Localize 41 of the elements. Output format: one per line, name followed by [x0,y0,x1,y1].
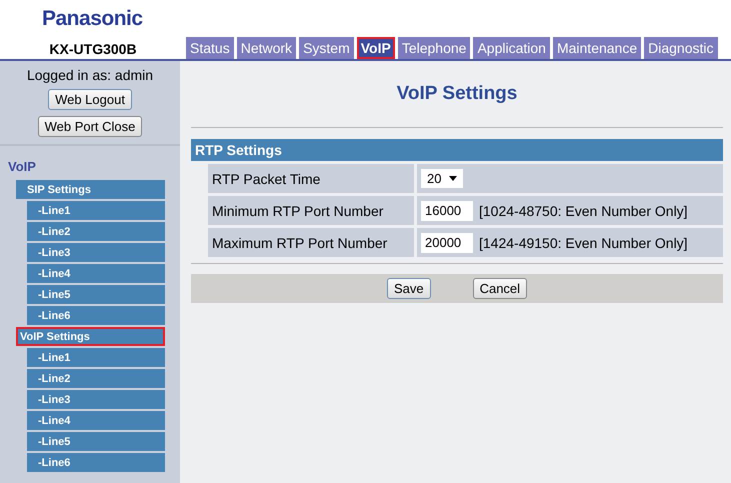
submenu-item[interactable]: -Line5 [27,285,165,304]
menu-item[interactable]: VoIP Settings [16,327,165,346]
field-label: Maximum RTP Port Number [208,228,414,257]
range-hint: [1424-49150: Even Number Only] [479,234,688,250]
field-label: Minimum RTP Port Number [208,196,414,225]
cancel-button[interactable]: Cancel [472,278,528,299]
sidebar-button[interactable]: Web Port Close [38,116,142,137]
page-title: VoIP Settings [396,82,518,106]
brand-logo: Panasonic [42,7,143,31]
section-heading: VoIP [8,159,37,174]
login-status: Logged in as: admin [26,67,154,83]
submenu-item[interactable]: -Line1 [27,201,165,220]
nav-tab[interactable]: Network [236,37,296,59]
model-name: KX-UTG300B [48,41,138,59]
submenu-item[interactable]: -Line3 [27,390,165,409]
submenu-item[interactable]: -Line4 [27,264,165,283]
sidebar-button[interactable]: Web Logout [48,89,132,110]
submenu-item[interactable]: -Line6 [27,306,165,325]
nav-tab[interactable]: Telephone [398,37,470,59]
submenu-item[interactable]: -Line1 [27,348,165,367]
submenu-item[interactable]: -Line2 [27,369,165,388]
input-field[interactable]: 16000 [421,200,473,220]
dropdown[interactable]: 20 [421,169,464,188]
nav-tab[interactable]: VoIP [356,37,395,59]
nav-tab[interactable]: Status [186,37,234,59]
nav-tab[interactable]: Application [473,37,550,59]
menu-item[interactable]: SIP Settings [16,180,165,199]
input-field[interactable]: 20000 [421,232,473,252]
submenu-item[interactable]: -Line4 [27,411,165,430]
submenu-item[interactable]: -Line5 [27,432,165,451]
field-label: RTP Packet Time [208,164,414,193]
nav-tab[interactable]: Maintenance [552,37,642,59]
submenu-item[interactable]: -Line6 [27,453,165,472]
submenu-item[interactable]: -Line3 [27,243,165,262]
range-hint: [1024-48750: Even Number Only] [479,202,688,218]
nav-tab[interactable]: System [299,37,354,59]
save-button[interactable]: Save [386,278,431,299]
caret-icon [449,176,458,181]
nav-tab[interactable]: Diagnostic [644,37,718,59]
submenu-item[interactable]: -Line2 [27,222,165,241]
panel-header: RTP Settings [191,139,723,161]
